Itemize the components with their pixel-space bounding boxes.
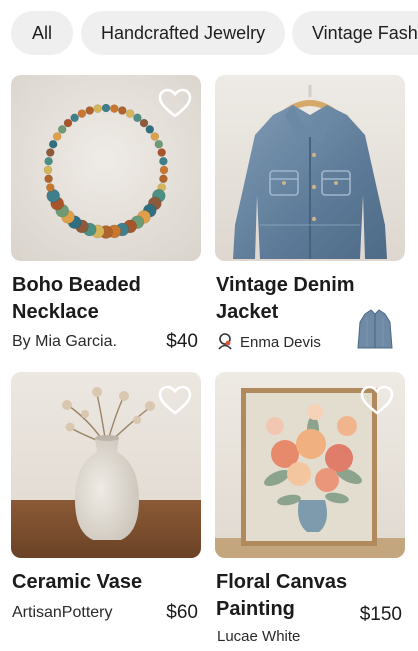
- product-title-line2[interactable]: Jacket: [216, 299, 278, 326]
- seller-name[interactable]: ArtisanPottery: [12, 603, 112, 623]
- product-title-line2[interactable]: Necklace: [12, 299, 99, 326]
- product-title-line2[interactable]: Painting: [216, 596, 295, 623]
- filter-chip-all[interactable]: All: [11, 11, 73, 55]
- seller-name[interactable]: Enma Devis: [240, 333, 321, 353]
- category-filter-bar: All Handcrafted Jewelry Vintage Fashion: [0, 0, 418, 66]
- user-avatar-icon: [218, 333, 232, 350]
- filter-chip-vintage-fashion[interactable]: Vintage Fashion: [292, 11, 418, 55]
- heart-outline-icon[interactable]: [360, 384, 394, 416]
- heart-outline-icon[interactable]: [158, 384, 192, 416]
- product-price: $150: [359, 604, 402, 625]
- product-price: $40: [166, 331, 198, 352]
- product-title[interactable]: Floral Canvas: [216, 569, 347, 596]
- product-image-denim-jacket[interactable]: [215, 75, 405, 261]
- product-title[interactable]: Boho Beaded: [12, 272, 141, 299]
- seller-name[interactable]: By Mia Garcia.: [12, 332, 117, 352]
- seller-name[interactable]: Lucae White: [217, 627, 300, 647]
- jacket-thumbnail[interactable]: [357, 308, 393, 350]
- filter-chip-handcrafted-jewelry[interactable]: Handcrafted Jewelry: [81, 11, 285, 55]
- product-title[interactable]: Vintage Denim: [216, 272, 355, 299]
- heart-outline-icon[interactable]: [158, 87, 192, 119]
- product-price: $60: [166, 602, 198, 623]
- product-title[interactable]: Ceramic Vase: [12, 569, 142, 596]
